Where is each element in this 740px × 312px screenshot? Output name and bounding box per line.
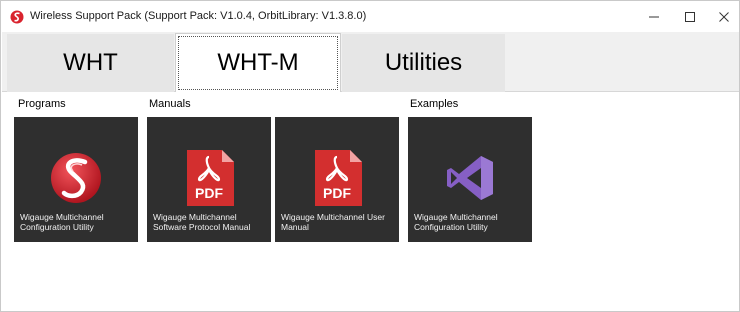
- tile-label: Wigauge Multichannel Software Protocol M…: [153, 212, 251, 232]
- maximize-icon: [685, 12, 695, 22]
- tab-wht-m[interactable]: WHT-M: [175, 33, 341, 92]
- tile-example-configuration-utility[interactable]: Wigauge Multichannel Configuration Utili…: [408, 117, 532, 242]
- pdf-icon: PDF: [187, 150, 234, 206]
- tile-label: Wigauge Multichannel Configuration Utili…: [20, 212, 104, 232]
- maximize-button[interactable]: [675, 5, 705, 29]
- section-programs-label: Programs: [18, 98, 66, 110]
- app-window: Wireless Support Pack (Support Pack: V1.…: [0, 0, 740, 312]
- pdf-icon-badge: PDF: [323, 185, 351, 201]
- tile-label: Wigauge Multichannel User Manual: [281, 212, 385, 232]
- tab-focus-outline: [178, 36, 338, 90]
- section-manuals-label: Manuals: [149, 98, 191, 110]
- section-examples-label: Examples: [410, 98, 459, 110]
- minimize-button[interactable]: [639, 5, 669, 29]
- visual-studio-icon: [447, 156, 493, 200]
- tile-user-manual[interactable]: PDF Wigauge Multichannel User Manual: [275, 117, 399, 242]
- tab-strip: WHT WHT-M Utilities: [2, 32, 739, 92]
- tile-label: Wigauge Multichannel Configuration Utili…: [414, 212, 498, 232]
- tab-wht[interactable]: WHT: [7, 34, 174, 92]
- pdf-icon: PDF: [315, 150, 362, 206]
- tab-utilities-label: Utilities: [384, 49, 463, 76]
- app-logo-icon: [10, 10, 24, 24]
- window-title: Wireless Support Pack (Support Pack: V1.…: [30, 10, 367, 22]
- tile-configuration-utility[interactable]: Wigauge Multichannel Configuration Utili…: [14, 117, 138, 242]
- tab-utilities[interactable]: Utilities: [342, 34, 505, 92]
- wigauge-logo-icon: [51, 153, 101, 203]
- close-button[interactable]: [709, 5, 739, 29]
- tile-protocol-manual[interactable]: PDF Wigauge Multichannel Software Protoc…: [147, 117, 271, 242]
- title-bar[interactable]: Wireless Support Pack (Support Pack: V1.…: [1, 1, 739, 32]
- pdf-icon-badge: PDF: [195, 185, 223, 201]
- close-icon: [719, 12, 729, 22]
- minimize-icon: [649, 16, 659, 18]
- tab-wht-label: WHT: [63, 49, 118, 76]
